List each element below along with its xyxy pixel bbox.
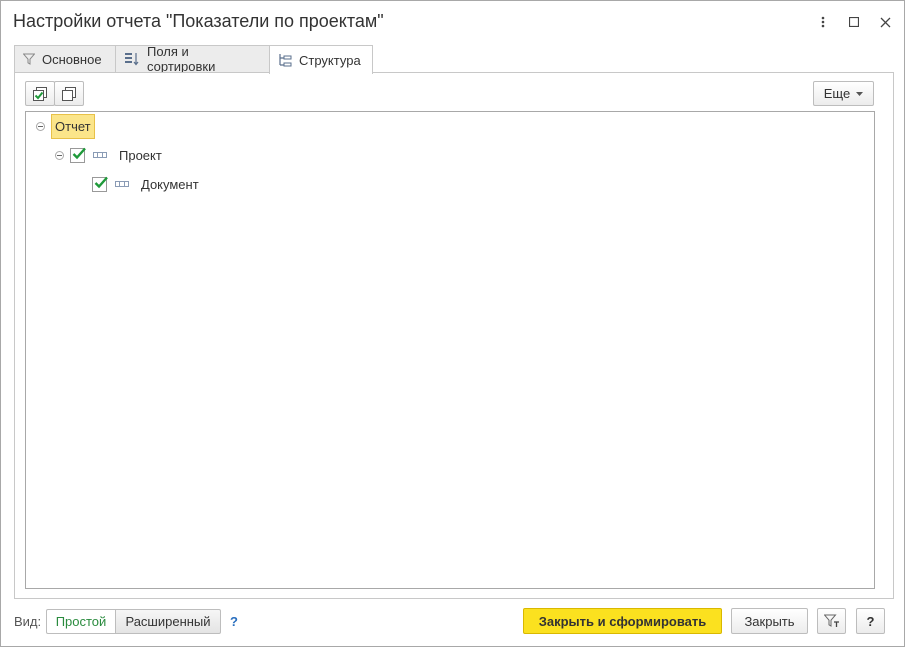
tree-row-root[interactable]: Отчет (36, 113, 95, 139)
fields-sort-icon (124, 52, 140, 66)
check-all-button[interactable] (25, 81, 55, 106)
check-all-icon (32, 86, 48, 102)
chevron-down-icon (856, 91, 864, 96)
tree-item-label: Проект (119, 147, 162, 163)
close-and-generate-button[interactable]: Закрыть и сформировать (523, 608, 722, 634)
window-title: Настройки отчета "Показатели по проектам… (13, 11, 384, 31)
tree-item-label: Документ (141, 176, 199, 192)
grouping-icon (115, 181, 129, 187)
more-vertical-icon[interactable] (813, 12, 833, 32)
uncheck-all-button[interactable] (54, 81, 84, 106)
tree-row-document[interactable]: Документ (92, 171, 199, 197)
tab-main-label: Основное (42, 51, 102, 67)
filter-settings-icon (823, 614, 840, 628)
collapse-icon[interactable] (36, 121, 45, 131)
close-button[interactable]: Закрыть (731, 608, 808, 634)
tab-fields-sort[interactable]: Поля и сортировки (115, 44, 270, 74)
tab-structure-label: Структура (299, 52, 361, 68)
grouping-icon (93, 152, 107, 158)
filter-icon (23, 53, 35, 65)
view-simple-button[interactable]: Простой (46, 609, 116, 634)
help-button[interactable]: ? (856, 608, 885, 634)
filter-settings-button[interactable] (817, 608, 846, 634)
view-help-link[interactable]: ? (230, 614, 238, 629)
tab-structure[interactable]: Структура (269, 45, 373, 74)
view-advanced-button[interactable]: Расширенный (115, 609, 221, 634)
tab-main[interactable]: Основное (14, 45, 116, 72)
tabs-bar: Основное Поля и сортировки Структура (14, 44, 373, 74)
close-icon[interactable] (875, 12, 895, 32)
tree-root-label[interactable]: Отчет (51, 113, 95, 139)
structure-panel: Еще Отчет Проект Документ (14, 72, 894, 599)
title-bar: Настройки отчета "Показатели по проектам… (1, 1, 904, 43)
document-checkbox[interactable] (92, 176, 108, 192)
view-label: Вид: (14, 614, 42, 629)
structure-tree[interactable]: Отчет Проект Документ (25, 111, 875, 589)
uncheck-all-icon (61, 86, 77, 102)
structure-icon (278, 53, 292, 67)
maximize-icon[interactable] (844, 12, 864, 32)
tree-row-project[interactable]: Проект (55, 142, 162, 168)
collapse-icon[interactable] (55, 150, 64, 160)
project-checkbox[interactable] (70, 147, 86, 163)
tab-fields-sort-label: Поля и сортировки (147, 44, 216, 74)
more-button-label: Еще (823, 86, 851, 101)
more-button[interactable]: Еще (813, 81, 874, 106)
settings-window: Настройки отчета "Показатели по проектам… (0, 0, 905, 647)
